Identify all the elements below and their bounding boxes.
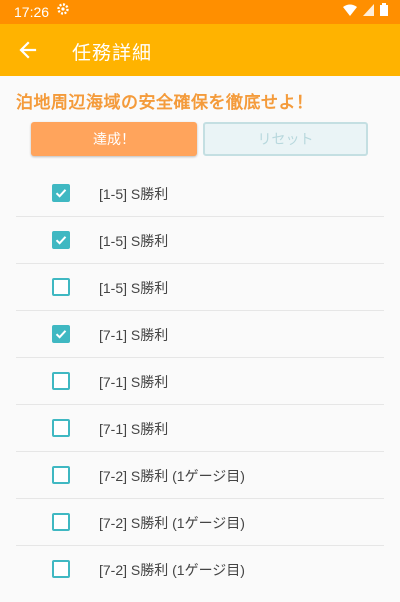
- quest-title: 泊地周辺海域の安全確保を徹底せよ！: [16, 93, 314, 113]
- status-bar: 17:26: [0, 0, 400, 24]
- quest-detail: 泊地周辺海域の安全確保を徹底せよ！ 達成！ リセット [1-5] S勝利 [1-5…: [0, 76, 400, 602]
- checkbox[interactable]: [52, 513, 70, 531]
- check-icon: [55, 330, 67, 339]
- list-item-label: [1-5] S勝利: [99, 186, 169, 202]
- list-item[interactable]: [1-5] S勝利: [16, 217, 384, 264]
- list-item-label: [1-5] S勝利: [99, 280, 169, 296]
- list-item-label: [7-2] S勝利 (1ゲージ目): [99, 515, 245, 531]
- checkbox[interactable]: [52, 325, 70, 343]
- back-arrow-icon: [19, 41, 37, 59]
- list-item-label: [7-1] S勝利: [99, 374, 169, 390]
- checkbox[interactable]: [52, 184, 70, 202]
- wifi-icon: [343, 3, 357, 21]
- list-item[interactable]: [7-2] S勝利 (1ゲージ目): [16, 546, 384, 592]
- list-item-label: [7-1] S勝利: [99, 421, 169, 437]
- achieve-button[interactable]: 達成！: [31, 122, 197, 156]
- checkbox[interactable]: [52, 419, 70, 437]
- list-item-label: [7-2] S勝利 (1ゲージ目): [99, 562, 245, 578]
- status-time: 17:26: [14, 4, 50, 20]
- battery-icon: [380, 3, 388, 21]
- app-bar: 任務詳細: [0, 24, 400, 76]
- reset-button[interactable]: リセット: [203, 122, 368, 156]
- list-item[interactable]: [1-5] S勝利: [16, 170, 384, 217]
- list-item-label: [7-1] S勝利: [99, 327, 169, 343]
- checkbox[interactable]: [52, 231, 70, 249]
- settings-gear-icon: [56, 2, 70, 19]
- list-item[interactable]: [7-2] S勝利 (1ゲージ目): [16, 452, 384, 499]
- list-item-label: [1-5] S勝利: [99, 233, 169, 249]
- list-item[interactable]: [1-5] S勝利: [16, 264, 384, 311]
- list-item[interactable]: [7-1] S勝利: [16, 358, 384, 405]
- list-item-label: [7-2] S勝利 (1ゲージ目): [99, 468, 245, 484]
- checkbox[interactable]: [52, 560, 70, 578]
- checkbox[interactable]: [52, 466, 70, 484]
- task-list: [1-5] S勝利 [1-5] S勝利 [1-5] S勝利 [7-1] S勝利 [7-1…: [0, 170, 400, 592]
- list-item[interactable]: [7-1] S勝利: [16, 311, 384, 358]
- checkbox[interactable]: [52, 372, 70, 390]
- list-item[interactable]: [7-1] S勝利: [16, 405, 384, 452]
- check-icon: [55, 236, 67, 245]
- list-item[interactable]: [7-2] S勝利 (1ゲージ目): [16, 499, 384, 546]
- checkbox[interactable]: [52, 278, 70, 296]
- back-button[interactable]: [8, 30, 48, 70]
- check-icon: [55, 189, 67, 198]
- signal-icon: [363, 3, 374, 21]
- page-title: 任務詳細: [72, 42, 153, 64]
